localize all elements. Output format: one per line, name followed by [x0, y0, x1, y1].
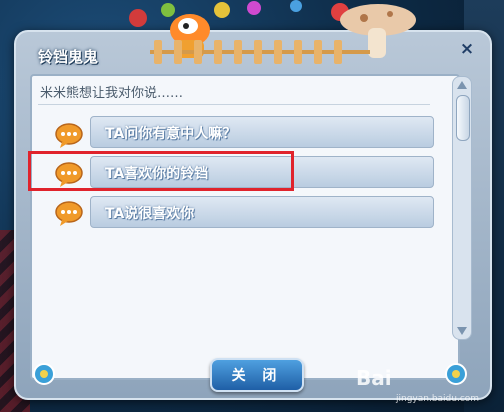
- ornament-icon: [445, 363, 467, 385]
- prompt-divider: [38, 104, 430, 105]
- option-label: TA问你有意中人嘛？: [105, 126, 237, 142]
- scrollbar[interactable]: [452, 76, 472, 340]
- close-icon[interactable]: ×: [458, 40, 476, 58]
- watermark-logo: Bai: [356, 366, 392, 390]
- speech-bubble-icon: [55, 123, 83, 148]
- highlight-box: [28, 151, 294, 191]
- close-button-label: 关 闭: [231, 368, 283, 384]
- ornament-icon: [33, 363, 55, 385]
- scroll-up-icon[interactable]: [457, 81, 467, 89]
- speech-bubble-icon: [55, 201, 83, 226]
- scroll-down-icon[interactable]: [457, 327, 467, 335]
- option-label: TA说很喜欢你: [105, 206, 195, 222]
- watermark-url: jingyan.baidu.com: [396, 394, 480, 404]
- close-button[interactable]: 关 闭: [210, 358, 304, 392]
- scroll-thumb[interactable]: [456, 95, 470, 141]
- fence-decoration: [150, 40, 370, 64]
- dialog-option-3[interactable]: TA说很喜欢你: [90, 196, 434, 228]
- dialog-title: 铃铛鬼鬼: [38, 48, 99, 66]
- dialog-prompt: 米米熊想让我对你说……: [40, 86, 184, 101]
- dialog-option-1[interactable]: TA问你有意中人嘛？: [90, 116, 434, 148]
